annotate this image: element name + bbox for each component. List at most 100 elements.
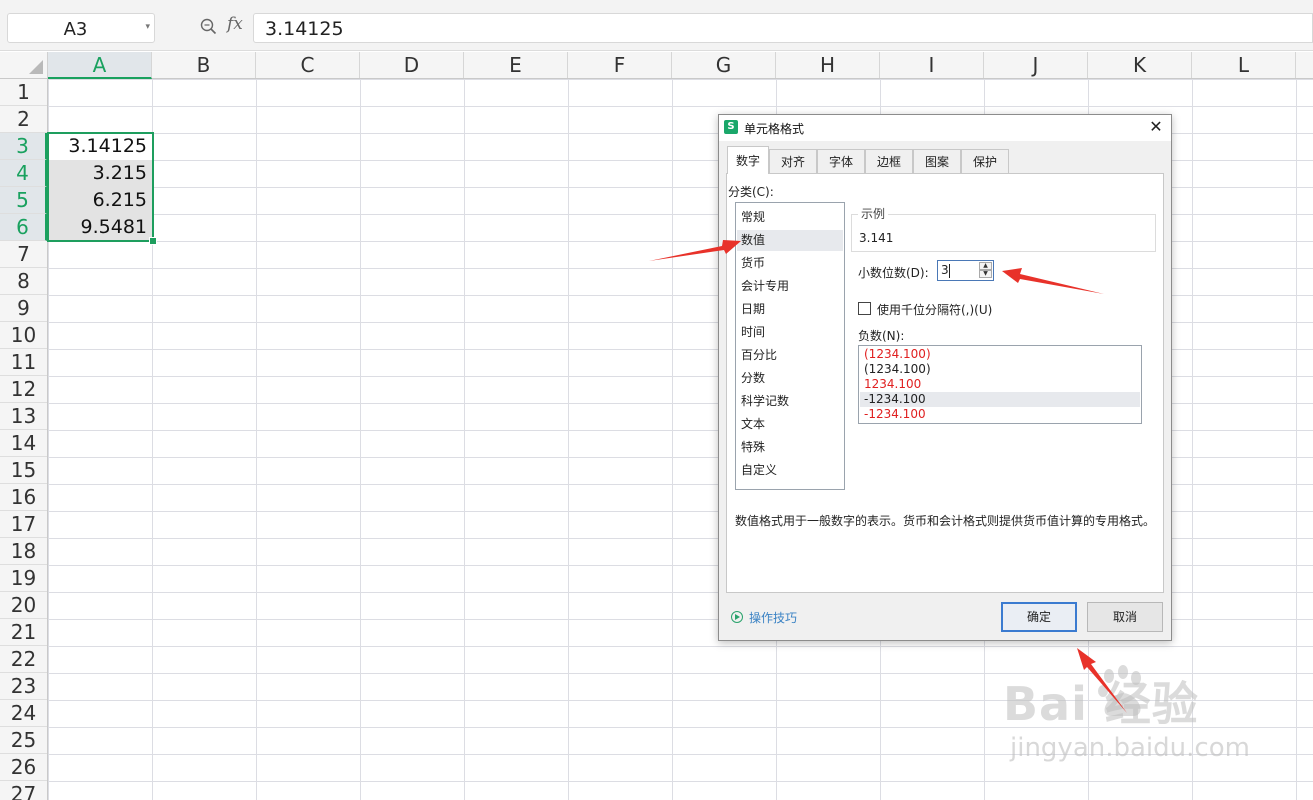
category-item[interactable]: 常规	[737, 207, 843, 228]
negative-format-item[interactable]: -1234.100	[860, 407, 1140, 422]
negative-format-item[interactable]: (1234.100)	[860, 362, 1140, 377]
column-header-e[interactable]: E	[464, 52, 568, 78]
row-header-10[interactable]: 10	[0, 322, 47, 349]
row-header-26[interactable]: 26	[0, 754, 47, 781]
row-header-16[interactable]: 16	[0, 484, 47, 511]
zoom-icon[interactable]	[199, 17, 219, 37]
column-header-g[interactable]: G	[672, 52, 776, 78]
row-header-23[interactable]: 23	[0, 673, 47, 700]
formula-input[interactable]: 3.14125	[253, 13, 1313, 43]
row-header-2[interactable]: 2	[0, 106, 47, 133]
decimal-places-stepper[interactable]: ▲ ▼	[979, 262, 992, 279]
negative-numbers-list[interactable]: (1234.100) (1234.100) 1234.100 -1234.100 -12…	[858, 345, 1142, 424]
row-header-4[interactable]: 4	[0, 160, 47, 187]
tab-number[interactable]: 数字	[727, 146, 769, 174]
row-header-9[interactable]: 9	[0, 295, 47, 322]
negative-format-item[interactable]: 1234.100	[860, 377, 1140, 392]
column-header-c[interactable]: C	[256, 52, 360, 78]
negative-format-item[interactable]: (1234.100)	[860, 347, 1140, 362]
tab-border[interactable]: 边框	[865, 149, 913, 173]
category-item[interactable]: 数值	[737, 230, 843, 251]
cell-a4[interactable]: 3.215	[48, 160, 152, 187]
row-header-12[interactable]: 12	[0, 376, 47, 403]
wps-sheet-logo-icon: S	[724, 120, 738, 134]
select-all-corner[interactable]	[0, 52, 48, 78]
tab-protection[interactable]: 保护	[961, 149, 1009, 173]
ok-button[interactable]: 确定	[1001, 602, 1077, 632]
column-header-h[interactable]: H	[776, 52, 880, 78]
tab-pattern[interactable]: 图案	[913, 149, 961, 173]
row-header-5[interactable]: 5	[0, 187, 47, 214]
row-header-1[interactable]: 1	[0, 79, 47, 106]
row-header-15[interactable]: 15	[0, 457, 47, 484]
row-header-bar: 1 2 3 4 5 6 7 8 9 10 11 12 13 14 15 16 17 18 19 20 21 22 23 24 2…	[0, 79, 48, 800]
row-header-17[interactable]: 17	[0, 511, 47, 538]
row-header-11[interactable]: 11	[0, 349, 47, 376]
column-header-d[interactable]: D	[360, 52, 464, 78]
row-header-24[interactable]: 24	[0, 700, 47, 727]
fill-handle[interactable]	[149, 237, 157, 245]
row-header-13[interactable]: 13	[0, 403, 47, 430]
play-circle-icon[interactable]	[731, 611, 743, 623]
watermark-url: jingyan.baidu.com	[1010, 733, 1250, 763]
category-item[interactable]: 特殊	[737, 437, 843, 458]
sample-group	[851, 214, 1156, 252]
cell-a5[interactable]: 6.215	[48, 187, 152, 214]
category-item[interactable]: 日期	[737, 299, 843, 320]
baidu-paw-icon	[1098, 665, 1141, 716]
tab-alignment[interactable]: 对齐	[769, 149, 817, 173]
column-header-j[interactable]: J	[984, 52, 1088, 78]
row-header-18[interactable]: 18	[0, 538, 47, 565]
category-list[interactable]: 常规 数值 货币 会计专用 日期 时间 百分比 分数 科学记数 文本 特殊 自定义	[735, 202, 845, 490]
row-header-8[interactable]: 8	[0, 268, 47, 295]
column-header-b[interactable]: B	[152, 52, 256, 78]
name-box[interactable]: A3 ▾	[7, 13, 155, 43]
fx-icon[interactable]: fx	[227, 14, 243, 34]
row-header-22[interactable]: 22	[0, 646, 47, 673]
row-header-21[interactable]: 21	[0, 619, 47, 646]
column-header-a[interactable]: A	[48, 52, 152, 79]
negative-format-item[interactable]: -1234.100	[860, 392, 1140, 407]
chevron-down-icon[interactable]: ▾	[145, 22, 150, 32]
category-item[interactable]: 货币	[737, 253, 843, 274]
sample-value: 3.141	[859, 231, 894, 245]
category-item[interactable]: 百分比	[737, 345, 843, 366]
cell-a6[interactable]: 9.5481	[48, 214, 152, 241]
decimal-places-input[interactable]: 3 ▲ ▼	[937, 260, 994, 281]
row-header-14[interactable]: 14	[0, 430, 47, 457]
category-item[interactable]: 时间	[737, 322, 843, 343]
close-icon[interactable]: ✕	[1145, 117, 1167, 137]
cancel-button[interactable]: 取消	[1087, 602, 1163, 632]
spin-up-icon[interactable]: ▲	[979, 262, 992, 270]
negative-numbers-label: 负数(N):	[858, 329, 905, 343]
row-header-7[interactable]: 7	[0, 241, 47, 268]
row-header-3[interactable]: 3	[0, 133, 47, 160]
column-header-l[interactable]: L	[1192, 52, 1296, 78]
row-header-27[interactable]: 27	[0, 781, 47, 800]
column-header-bar: ABCDEFGHIJKL	[0, 52, 1313, 79]
row-header-20[interactable]: 20	[0, 592, 47, 619]
category-item[interactable]: 分数	[737, 368, 843, 389]
tab-font[interactable]: 字体	[817, 149, 865, 173]
column-header-i[interactable]: I	[880, 52, 984, 78]
cell-a3[interactable]: 3.14125	[48, 133, 152, 160]
row-header-6[interactable]: 6	[0, 214, 47, 241]
format-cells-dialog: S 单元格格式 ✕ 数字 对齐 字体 边框 图案 保护 分类(C): 常规 数值 货币 会计专用…	[718, 114, 1172, 641]
formula-value: 3.14125	[265, 18, 344, 40]
category-item[interactable]: 自定义	[737, 460, 843, 481]
category-item[interactable]: 文本	[737, 414, 843, 435]
tab-panel-number: 分类(C): 常规 数值 货币 会计专用 日期 时间 百分比 分数 科学记数 文本 特殊 自定义 示例…	[726, 173, 1164, 593]
spin-down-icon[interactable]: ▼	[979, 270, 992, 278]
dialog-titlebar[interactable]: S 单元格格式 ✕	[719, 115, 1171, 141]
thousands-separator-checkbox[interactable]	[858, 302, 871, 315]
category-item[interactable]: 科学记数	[737, 391, 843, 412]
formula-bar: A3 ▾ fx 3.14125	[0, 0, 1313, 51]
column-header-k[interactable]: K	[1088, 52, 1192, 78]
tips-link[interactable]: 操作技巧	[749, 609, 797, 626]
thousands-separator-label[interactable]: 使用千位分隔符(,)(U)	[877, 301, 992, 318]
column-header-f[interactable]: F	[568, 52, 672, 78]
row-header-25[interactable]: 25	[0, 727, 47, 754]
category-item[interactable]: 会计专用	[737, 276, 843, 297]
text-cursor	[949, 264, 950, 278]
row-header-19[interactable]: 19	[0, 565, 47, 592]
